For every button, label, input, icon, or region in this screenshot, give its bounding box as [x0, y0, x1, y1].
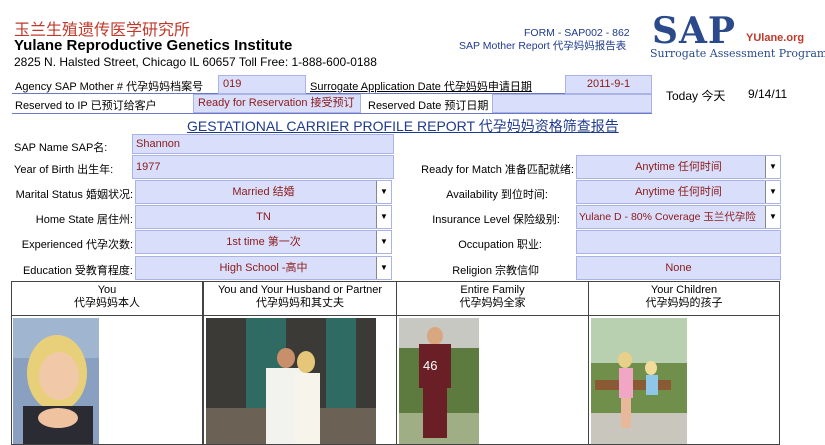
children-photo — [591, 318, 687, 444]
photo-heading-cn: 代孕妈妈全家 — [459, 297, 526, 309]
ready-for-match-select[interactable]: Anytime 任何时间 ▼ — [576, 155, 781, 179]
insurance-level-value: Yulane D - 80% Coverage 玉兰代孕险 — [579, 211, 756, 223]
photo-heading-en: Entire Family — [460, 284, 525, 296]
today-value: 9/14/11 — [748, 87, 788, 101]
chevron-down-icon[interactable]: ▼ — [765, 206, 780, 228]
availability-value: Anytime 任何时间 — [635, 186, 722, 198]
ready-for-match-label: Ready for Match 准备匹配就绪: — [421, 164, 574, 176]
reserved-ip-field[interactable]: Ready for Reservation 接受预订 — [193, 94, 361, 113]
photo-column-husband: You and Your Husband or Partner 代孕妈妈和其丈夫 — [203, 281, 397, 445]
logo-sap-text: SAP — [652, 10, 736, 52]
photo-heading-en: Your Children — [650, 284, 718, 296]
application-date-field[interactable]: 2011-9-1 — [565, 75, 652, 94]
education-label: Education 受教育程度: — [22, 265, 133, 277]
reserved-date-field[interactable] — [492, 94, 652, 113]
svg-text:46: 46 — [423, 358, 437, 373]
photo-column-children: Your Children 代孕妈妈的孩子 — [588, 281, 780, 445]
photo-heading-cn: 代孕妈妈和其丈夫 — [256, 297, 344, 309]
chevron-down-icon[interactable]: ▼ — [376, 231, 391, 253]
photo-heading-cn: 代孕妈妈的孩子 — [645, 297, 723, 309]
home-state-select[interactable]: TN ▼ — [135, 205, 392, 229]
insurance-level-select[interactable]: Yulane D - 80% Coverage 玉兰代孕险 ▼ — [576, 205, 781, 229]
agency-mother-number-field[interactable]: 019 — [218, 75, 306, 94]
education-value: High School -高中 — [219, 262, 308, 274]
occupation-field[interactable] — [576, 230, 781, 254]
surrogate-portrait-photo — [13, 318, 99, 444]
institute-english-name: Yulane Reproductive Genetics Institute — [14, 37, 293, 54]
couple-photo — [206, 318, 376, 444]
occupation-label: Occupation 职业: — [458, 239, 542, 251]
sap-name-label: SAP Name SAP名: — [14, 142, 108, 154]
logo-subtitle: Surrogate Assessment Program — [650, 47, 825, 60]
insurance-level-label: Insurance Level 保险级别: — [432, 214, 560, 226]
sap-logo: SAP YUlane.org Surrogate Assessment Prog… — [648, 10, 825, 64]
photo-column-you: You 代孕妈妈本人 — [11, 281, 203, 445]
education-select[interactable]: High School -高中 ▼ — [135, 256, 392, 280]
family-photo: 46 — [399, 318, 479, 444]
report-title: GESTATIONAL CARRIER PROFILE REPORT 代孕妈妈资… — [187, 118, 619, 134]
form-title: SAP Mother Report 代孕妈妈报告表 — [459, 40, 627, 52]
marital-status-select[interactable]: Married 结婚 ▼ — [135, 180, 392, 204]
experienced-value: 1st time 第一次 — [226, 236, 301, 248]
sap-name-field[interactable]: Shannon — [132, 134, 394, 154]
reserved-date-label: Reserved Date 预订日期 — [368, 100, 489, 112]
ready-for-match-value: Anytime 任何时间 — [635, 161, 722, 173]
experienced-label: Experienced 代孕次数: — [21, 239, 133, 251]
availability-label: Availability 到位时间: — [446, 189, 548, 201]
religion-label: Religion 宗教信仰 — [452, 265, 539, 277]
chevron-down-icon[interactable]: ▼ — [765, 156, 780, 178]
photo-column-family: Entire Family 代孕妈妈全家 46 — [396, 281, 589, 445]
institute-address: 2825 N. Halsted Street, Chicago IL 60657… — [14, 55, 377, 69]
experienced-select[interactable]: 1st time 第一次 ▼ — [135, 230, 392, 254]
chevron-down-icon[interactable]: ▼ — [376, 206, 391, 228]
home-state-label: Home State 居住州: — [35, 214, 133, 226]
religion-field[interactable]: None — [576, 256, 781, 280]
logo-yulane-text: YUlane.org — [746, 32, 805, 44]
chevron-down-icon[interactable]: ▼ — [376, 257, 391, 279]
photo-heading-cn: 代孕妈妈本人 — [74, 297, 140, 309]
agency-mother-label: Agency SAP Mother # 代孕妈妈档案号 — [15, 81, 204, 93]
availability-select[interactable]: Anytime 任何时间 ▼ — [576, 180, 781, 204]
marital-status-value: Married 结婚 — [232, 186, 295, 198]
home-state-value: TN — [256, 211, 271, 223]
chevron-down-icon[interactable]: ▼ — [765, 181, 780, 203]
reserved-ip-label: Reserved to IP 已预订给客户 — [15, 100, 157, 112]
today-label: Today 今天 — [666, 89, 726, 103]
chevron-down-icon[interactable]: ▼ — [376, 181, 391, 203]
photo-heading-en: You and Your Husband or Partner — [217, 284, 383, 296]
marital-status-label: Marital Status 婚姻状况: — [15, 189, 133, 201]
application-date-label: Surrogate Application Date 代孕妈妈申请日期 — [310, 81, 532, 93]
divider — [12, 113, 652, 114]
photo-heading-en: You — [97, 284, 117, 296]
year-of-birth-label: Year of Birth 出生年: — [14, 164, 114, 176]
year-of-birth-field[interactable]: 1977 — [132, 155, 394, 179]
